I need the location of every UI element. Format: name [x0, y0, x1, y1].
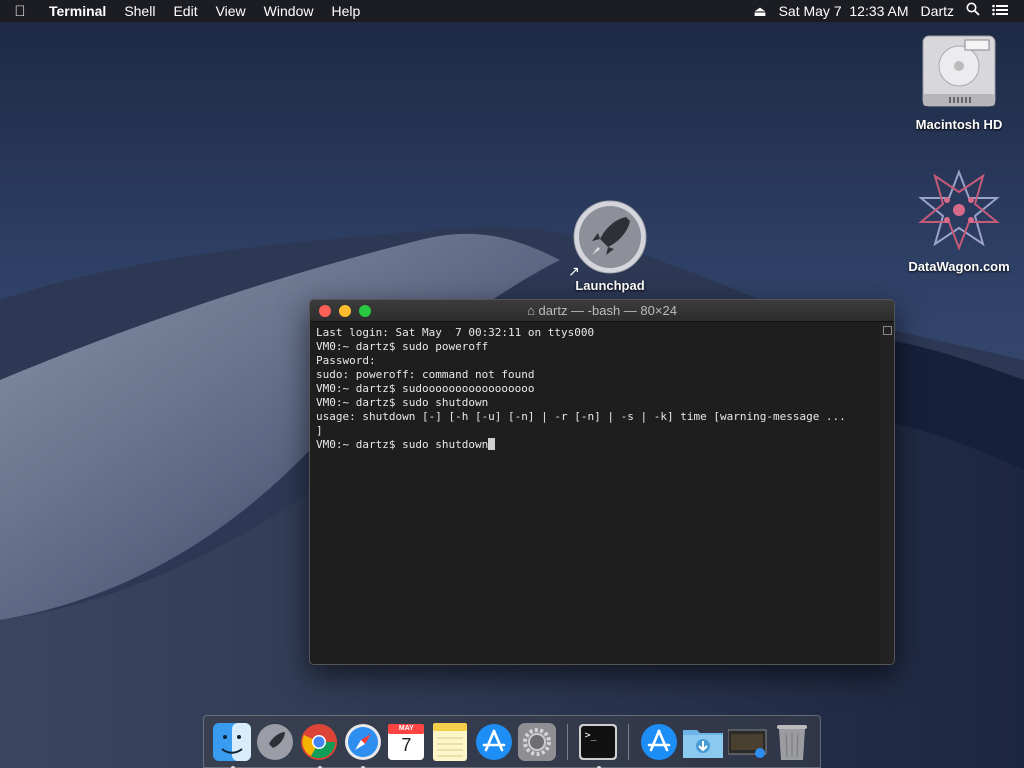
- notes-icon: [433, 722, 468, 761]
- alias-arrow-icon: ↗: [568, 263, 580, 279]
- terminal-titlebar[interactable]: ⌂ dartz — -bash — 80×24: [310, 300, 894, 322]
- terminal-line: sudo: poweroff: command not found: [316, 368, 535, 381]
- scrollbar-thumb[interactable]: [883, 326, 892, 335]
- datawagon-logo-icon: [918, 169, 1000, 251]
- dock-separator: [567, 723, 569, 760]
- dock-notes[interactable]: [431, 722, 470, 762]
- chrome-icon: [301, 723, 338, 760]
- app-store-folder-icon: [640, 723, 677, 760]
- desktop-icon-datawagon[interactable]: DataWagon.com: [900, 168, 1018, 274]
- dock-chrome[interactable]: [300, 722, 339, 768]
- desktop-icon-label: Launchpad: [575, 278, 645, 293]
- safari-compass-icon: [344, 723, 381, 760]
- dock-launchpad[interactable]: [256, 722, 295, 762]
- gear-icon: [518, 722, 557, 761]
- terminal-output[interactable]: Last login: Sat May 7 00:32:11 on ttys00…: [310, 323, 880, 664]
- menu-clock[interactable]: Sat May 7 12:33 AM: [773, 0, 915, 22]
- dock-system-preferences[interactable]: [518, 722, 557, 762]
- dock-terminal[interactable]: >_: [578, 722, 618, 768]
- dock-calendar[interactable]: MAY 7: [387, 722, 426, 762]
- menu-help[interactable]: Help: [322, 0, 369, 22]
- terminal-prompt-line[interactable]: VM0:~ dartz$ sudo shutdown: [316, 438, 874, 452]
- dock-safari[interactable]: [343, 722, 382, 768]
- terminal-line: Password:: [316, 354, 376, 367]
- menu-view[interactable]: View: [207, 0, 255, 22]
- launchpad-rocket-icon: [573, 200, 647, 274]
- menu-bar-status: ⏏ Sat May 7 12:33 AM Dartz: [747, 0, 1024, 22]
- menu-bar:  Terminal Shell Edit View Window Help ⏏…: [0, 0, 1024, 22]
- calendar-month: MAY: [398, 724, 414, 732]
- hard-drive-icon: [922, 35, 996, 107]
- dock-applications-folder[interactable]: [639, 722, 678, 762]
- terminal-scrollbar[interactable]: [880, 323, 894, 664]
- terminal-current-command: VM0:~ dartz$ sudo shutdown: [316, 438, 489, 451]
- calendar-day: 7: [401, 734, 412, 755]
- text-cursor: [488, 438, 496, 450]
- desktop-icon-macintosh-hd[interactable]: Macintosh HD: [906, 32, 1012, 132]
- home-folder-icon: ⌂: [527, 302, 535, 318]
- dock-downloads-folder[interactable]: [682, 722, 723, 762]
- terminal-line: usage: shutdown [-] [-h [-u] [-n] | -r […: [316, 410, 846, 423]
- finder-icon: [212, 722, 251, 761]
- menu-user[interactable]: Dartz: [915, 0, 960, 22]
- menu-window[interactable]: Window: [255, 0, 323, 22]
- dock-finder[interactable]: [212, 722, 252, 768]
- terminal-prompt-glyph: >_: [584, 729, 597, 741]
- desktop-icon-label: DataWagon.com: [908, 259, 1010, 274]
- spotlight-search-icon[interactable]: [960, 0, 986, 22]
- menu-shell[interactable]: Shell: [115, 0, 164, 22]
- dock-trash[interactable]: [773, 722, 812, 762]
- dock-recent-screenshot[interactable]: [727, 722, 768, 762]
- terminal-line: ]: [316, 424, 323, 437]
- menu-edit[interactable]: Edit: [164, 0, 206, 22]
- dock: MAY 7 >_: [203, 715, 821, 768]
- dock-separator: [627, 723, 629, 760]
- trash-icon: [777, 724, 808, 760]
- notification-center-icon[interactable]: [986, 0, 1014, 22]
- screenshot-thumbnail-icon: [727, 729, 767, 758]
- terminal-line: VM0:~ dartz$ sudo shutdown: [316, 396, 489, 409]
- app-store-icon: [475, 723, 512, 760]
- terminal-window[interactable]: ⌂ dartz — -bash — 80×24 Last login: Sat …: [309, 299, 895, 665]
- menu-app-name[interactable]: Terminal: [40, 0, 115, 22]
- dock-app-store[interactable]: [474, 722, 513, 762]
- terminal-line: VM0:~ dartz$ sudooooooooooooooooo: [316, 382, 535, 395]
- terminal-title: ⌂ dartz — -bash — 80×24: [527, 302, 677, 318]
- eject-icon[interactable]: ⏏: [747, 0, 772, 22]
- desktop-icon-label: Macintosh HD: [915, 117, 1003, 132]
- downloads-folder-icon: [682, 729, 723, 758]
- terminal-line: Last login: Sat May 7 00:32:11 on ttys00…: [316, 326, 595, 339]
- terminal-line: VM0:~ dartz$ sudo poweroff: [316, 340, 489, 353]
- launchpad-icon: [257, 723, 294, 760]
- apple-menu-icon[interactable]: : [0, 3, 40, 20]
